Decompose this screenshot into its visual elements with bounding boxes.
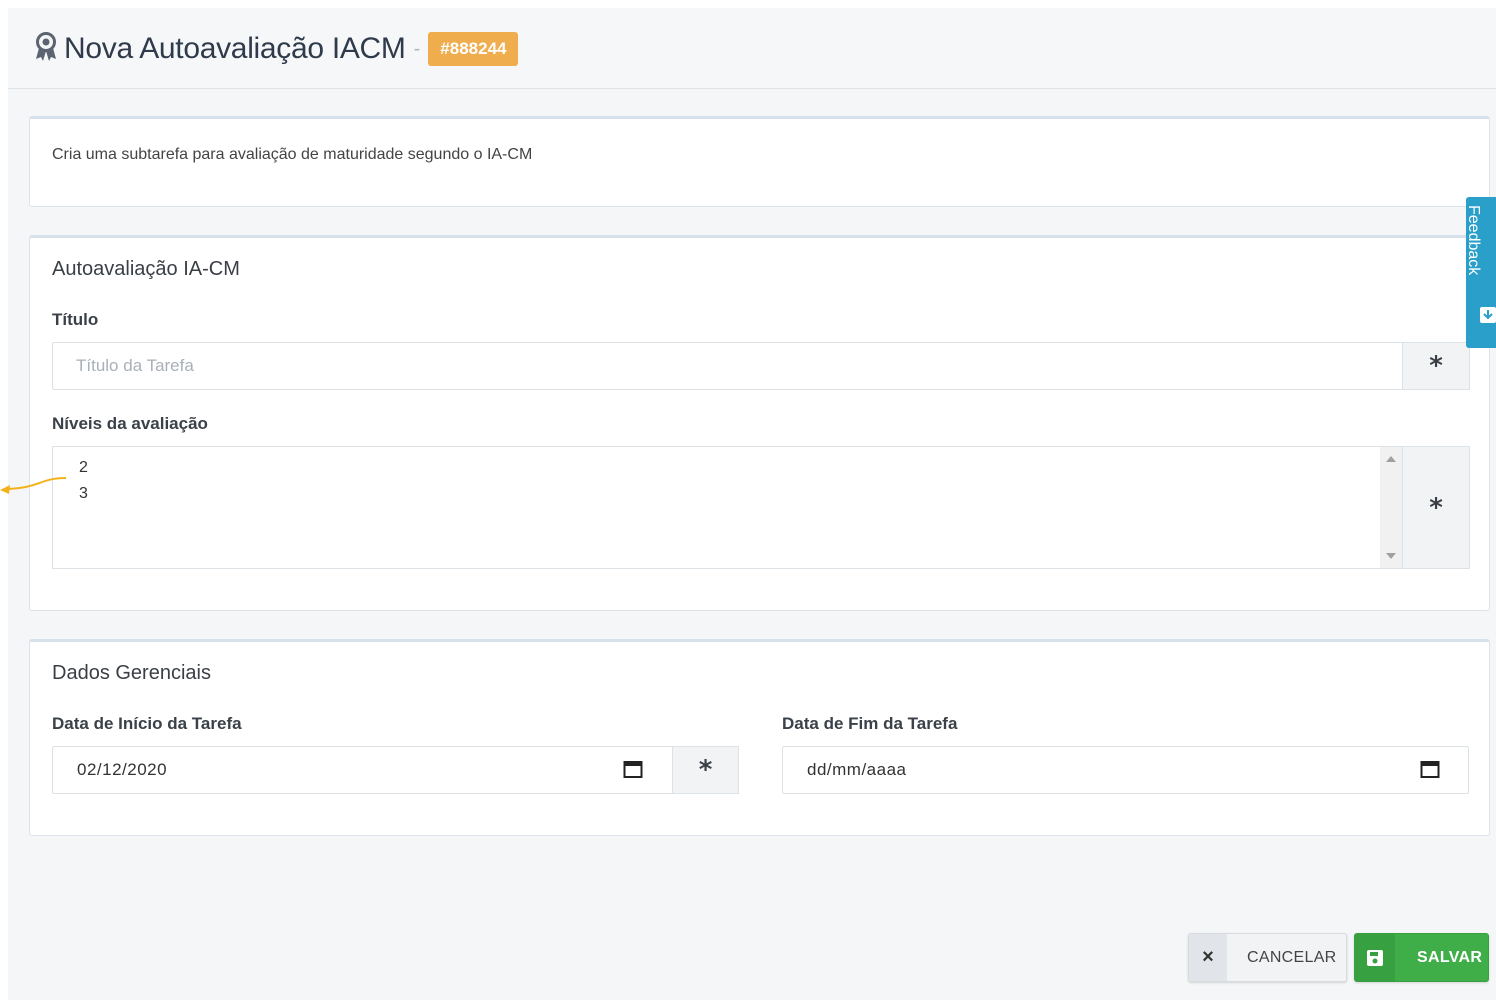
inicio-date-input[interactable]: 02/12/2020 xyxy=(52,746,673,794)
niveis-label: Níveis da avaliação xyxy=(52,414,208,433)
save-button-label: SALVAR xyxy=(1417,948,1483,966)
floppy-disk-icon xyxy=(1355,934,1395,981)
feedback-icon xyxy=(1480,307,1496,323)
fim-label: Data de Fim da Tarefa xyxy=(782,714,958,733)
autoavaliacao-card: Autoavaliação IA-CM Título Título da Tar… xyxy=(29,235,1490,611)
award-icon xyxy=(36,32,56,61)
title-wrap: Nova Autoavaliação IACM - #888244 xyxy=(34,32,519,66)
fim-date-placeholder: dd/mm/aaaa xyxy=(807,760,907,779)
autoavaliacao-title: Autoavaliação IA-CM xyxy=(52,258,240,280)
feedback-tab[interactable]: Feedback xyxy=(1466,197,1496,348)
titulo-input[interactable]: Título da Tarefa xyxy=(52,342,1403,390)
titulo-required-addon: * xyxy=(1402,342,1470,390)
close-icon: × xyxy=(1189,934,1227,981)
titulo-label: Título xyxy=(52,310,99,329)
inicio-label: Data de Início da Tarefa xyxy=(52,714,242,733)
niveis-option[interactable]: 2 xyxy=(79,459,88,477)
niveis-required-addon: * xyxy=(1402,446,1470,569)
inicio-required-addon: * xyxy=(672,746,739,794)
title-separator: - xyxy=(413,37,421,60)
annotation-arrow-icon xyxy=(0,477,67,494)
dados-gerenciais-card: Dados Gerenciais Data de Início da Taref… xyxy=(29,639,1490,836)
description-card: Cria uma subtarefa para avaliação de mat… xyxy=(29,116,1490,207)
niveis-scrollbar[interactable] xyxy=(1380,447,1402,568)
niveis-option[interactable]: 3 xyxy=(79,485,88,503)
description-text: Cria uma subtarefa para avaliação de mat… xyxy=(52,146,533,163)
feedback-label: Feedback xyxy=(1466,205,1482,276)
required-asterisk-icon: * xyxy=(1429,492,1443,523)
calendar-icon[interactable] xyxy=(1420,759,1440,779)
inicio-date-value: 02/12/2020 xyxy=(77,760,168,779)
required-asterisk-icon: * xyxy=(698,755,713,785)
save-button[interactable]: SALVAR xyxy=(1354,933,1489,982)
niveis-multiselect[interactable]: 2 3 xyxy=(52,446,1403,569)
task-id-badge[interactable]: #888244 xyxy=(428,32,519,66)
scroll-down-icon[interactable] xyxy=(1386,553,1396,559)
fim-date-input[interactable]: dd/mm/aaaa xyxy=(782,746,1469,794)
scroll-up-icon[interactable] xyxy=(1386,456,1396,462)
page-header: Nova Autoavaliação IACM - #888244 xyxy=(8,8,1496,89)
cancel-button[interactable]: × CANCELAR xyxy=(1188,933,1347,982)
dados-gerenciais-title: Dados Gerenciais xyxy=(52,662,211,684)
required-asterisk-icon: * xyxy=(1429,351,1443,381)
cancel-button-label: CANCELAR xyxy=(1247,948,1337,966)
page-title: Nova Autoavaliação IACM xyxy=(64,32,406,65)
calendar-icon[interactable] xyxy=(623,759,643,779)
titulo-placeholder: Título da Tarefa xyxy=(76,356,194,375)
